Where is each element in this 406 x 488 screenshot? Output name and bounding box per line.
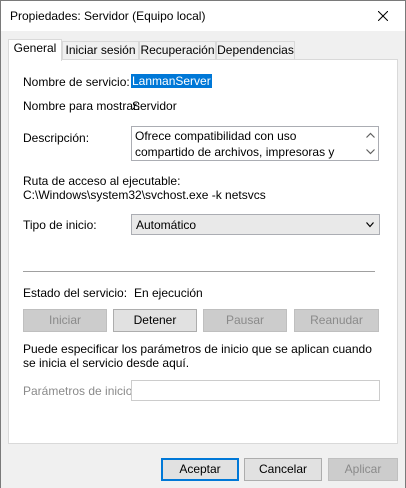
- cancel-button[interactable]: Cancelar: [244, 458, 322, 481]
- service-name-label: Nombre de servicio:: [23, 75, 130, 89]
- ok-button[interactable]: Aceptar: [161, 458, 239, 481]
- description-text: Ofrece compatibilidad con uso compartido…: [135, 129, 335, 159]
- title-bar[interactable]: Propiedades: Servidor (Equipo local): [1, 1, 405, 31]
- apply-button[interactable]: Aplicar: [328, 458, 398, 481]
- exe-path-value[interactable]: C:\Windows\system32\svchost.exe -k netsv…: [23, 188, 266, 202]
- chevron-down-icon: [366, 222, 374, 228]
- startup-type-label: Tipo de inicio:: [23, 218, 97, 232]
- close-icon: [378, 11, 388, 21]
- tab-label: General: [13, 41, 57, 55]
- tab-dependencias[interactable]: Dependencias: [216, 41, 295, 60]
- window-title: Propiedades: Servidor (Equipo local): [10, 9, 206, 23]
- scroll-down-button[interactable]: [364, 146, 376, 158]
- tab-label: Dependencias: [217, 43, 294, 57]
- exe-path-label: Ruta de acceso al ejecutable:: [23, 174, 181, 188]
- service-status-label: Estado del servicio:: [23, 286, 128, 300]
- start-params-help-text: Puede especificar los parámetros de inic…: [23, 342, 372, 370]
- pause-service-button[interactable]: Pausar: [203, 309, 287, 332]
- scroll-up-button[interactable]: [364, 129, 376, 141]
- start-params-input[interactable]: [131, 380, 380, 401]
- stop-service-button[interactable]: Detener: [113, 309, 197, 332]
- startup-type-select[interactable]: Automático: [131, 214, 380, 235]
- start-params-label: Parámetros de inicio:: [23, 384, 136, 398]
- tab-iniciar-sesion[interactable]: Iniciar sesión: [62, 41, 139, 60]
- close-button[interactable]: [361, 1, 405, 31]
- display-name-label: Nombre para mostrar:: [23, 99, 141, 113]
- tab-label: Iniciar sesión: [65, 43, 136, 57]
- resume-service-button[interactable]: Reanudar: [294, 309, 379, 332]
- start-service-button[interactable]: Iniciar: [23, 309, 107, 332]
- section-divider: [23, 271, 375, 272]
- tab-recuperacion[interactable]: Recuperación: [139, 41, 216, 60]
- display-name-value[interactable]: Servidor: [132, 99, 177, 113]
- service-status-value: En ejecución: [134, 286, 203, 300]
- chevron-down-icon: [365, 149, 375, 155]
- tab-label: Recuperación: [140, 43, 215, 57]
- service-name-value[interactable]: LanmanServer: [131, 74, 212, 88]
- chevron-up-icon: [365, 132, 375, 138]
- tab-general[interactable]: General: [8, 39, 62, 61]
- startup-type-value: Automático: [136, 218, 197, 232]
- service-properties-dialog: Propiedades: Servidor (Equipo local) Gen…: [0, 0, 406, 488]
- description-label: Descripción:: [23, 131, 90, 145]
- description-textbox[interactable]: Ofrece compatibilidad con uso compartido…: [131, 126, 379, 161]
